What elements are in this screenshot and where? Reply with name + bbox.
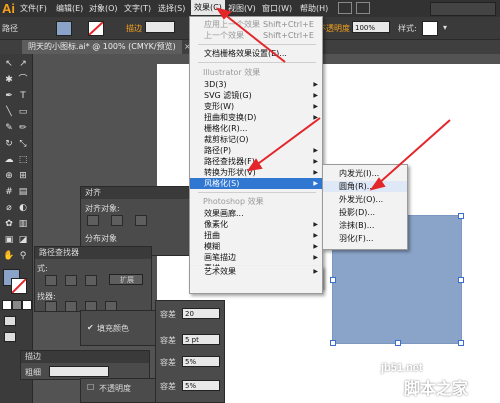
annotation-arrows [215, 7, 451, 191]
watermark-title: 脚本之家 [404, 381, 469, 398]
watermark-url: jb51.net [381, 362, 423, 374]
arrow-to-stylize [254, 117, 321, 167]
arrow-to-effect-menu [223, 13, 286, 63]
arrowhead-icon [246, 158, 263, 172]
arrow-to-round-corners [377, 119, 451, 185]
